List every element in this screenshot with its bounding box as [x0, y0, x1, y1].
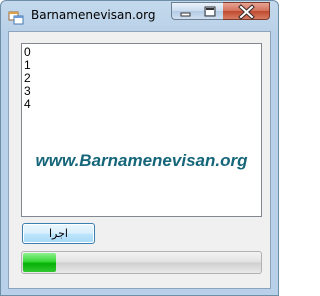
progress-bar: [21, 251, 262, 274]
title-bar[interactable]: Barnamenevisan.org: [1, 1, 278, 31]
progress-fill: [23, 253, 56, 272]
output-listbox[interactable]: 0 1 2 3 4 www.Barnamenevisan.org: [21, 43, 262, 217]
window-title: Barnamenevisan.org: [31, 8, 156, 22]
run-button[interactable]: اجرا: [22, 223, 95, 244]
form-client-area: 0 1 2 3 4 www.Barnamenevisan.org اجرا: [8, 31, 271, 289]
listbox-items: 0 1 2 3 4: [24, 46, 31, 111]
minimize-button[interactable]: [171, 2, 198, 20]
close-button[interactable]: [223, 2, 270, 20]
minimize-icon: [180, 12, 191, 17]
app-window: Barnamenevisan.org 0 1 2 3 4 www.Barname…: [0, 0, 279, 296]
maximize-button[interactable]: [197, 2, 224, 20]
watermark-text: www.Barnamenevisan.org: [35, 151, 248, 170]
maximize-icon: [204, 6, 216, 17]
list-item[interactable]: 4: [24, 98, 31, 111]
close-icon: [238, 4, 255, 20]
form-icon[interactable]: [8, 9, 24, 25]
